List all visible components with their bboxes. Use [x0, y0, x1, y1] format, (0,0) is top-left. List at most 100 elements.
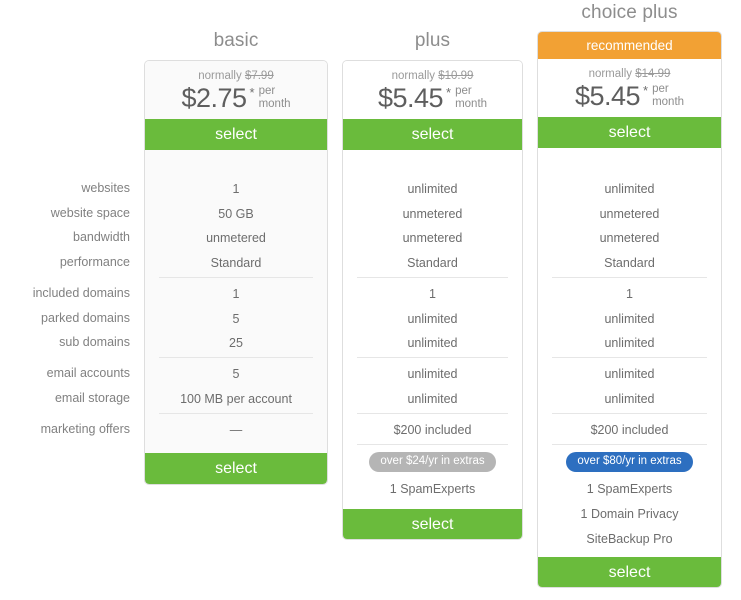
price-asterisk-choice-plus: * — [643, 83, 649, 98]
feature-value-basic-marketing-offers: — — [229, 423, 243, 437]
recommended-ribbon: recommended — [538, 32, 721, 59]
plan-title-basic: basic — [213, 30, 259, 51]
feature-value-choice-plus-website-space: unmetered — [599, 207, 660, 221]
feature-divider-3 — [357, 413, 508, 414]
select-button-basic-bottom[interactable]: select — [145, 453, 327, 484]
price-box-basic: normally $7.99 $2.75 * per month — [145, 61, 327, 119]
feature-label-performance: performance — [59, 255, 130, 269]
price-line-basic: $2.75 * per month — [145, 84, 327, 112]
feature-value-plus-sub-domains: unlimited — [407, 336, 458, 350]
normally-prefix: normally — [391, 70, 436, 82]
feature-value-choice-plus-performance: Standard — [604, 256, 655, 270]
extras-pill-row-plus: over $24/yr in extras — [343, 452, 522, 472]
feature-value-basic-bandwidth: unmetered — [206, 231, 266, 245]
price-asterisk-plus: * — [446, 85, 452, 100]
feature-divider-2 — [552, 357, 707, 358]
feature-divider-2 — [159, 357, 313, 358]
feature-label-sub-domains: sub domains — [59, 335, 130, 349]
normally-price-basic: normally $7.99 — [145, 69, 327, 83]
feature-label-website-space: website space — [50, 206, 130, 220]
select-button-choice-plus-top[interactable]: select — [538, 117, 721, 148]
feature-value-basic-parked-domains: 5 — [232, 312, 240, 326]
feature-value-basic-performance: Standard — [210, 256, 262, 270]
feature-label-email-accounts: email accounts — [46, 366, 130, 380]
feature-value-plus-included-domains: 1 — [429, 287, 436, 301]
price-period-line2: month — [455, 97, 488, 110]
price-amount-choice-plus: $5.45 — [574, 81, 641, 111]
feature-value-basic-included-domains: 1 — [232, 287, 240, 301]
feature-label-email-storage: email storage — [54, 391, 130, 405]
normally-amount: $14.99 — [635, 68, 671, 80]
select-button-plus-top[interactable]: select — [343, 119, 522, 150]
feature-value-basic-email-accounts: 5 — [232, 367, 240, 381]
feature-divider-2 — [357, 357, 508, 358]
select-button-basic-top[interactable]: select — [145, 119, 327, 150]
plan-card-plus: normally $10.99 $5.45 * per month select… — [342, 60, 523, 540]
price-line-choice-plus: $5.45 * per month — [538, 82, 721, 110]
normally-prefix: normally — [588, 68, 633, 80]
plan-card-basic: normally $7.99 $2.75 * per month select … — [144, 60, 328, 485]
extras-item-choice-plus-2: SiteBackup Pro — [586, 532, 673, 546]
feature-divider-1 — [159, 277, 313, 278]
plan-card-choice-plus: recommended normally $14.99 $5.45 * per … — [537, 31, 722, 588]
feature-value-plus-marketing-offers: $200 included — [393, 423, 472, 437]
feature-label-parked-domains: parked domains — [41, 311, 130, 325]
normally-prefix: normally — [198, 70, 242, 82]
feature-value-choice-plus-sub-domains: unlimited — [604, 336, 655, 350]
feature-value-choice-plus-bandwidth: unmetered — [599, 231, 660, 245]
feature-value-basic-email-storage: 100 MB per account — [180, 392, 292, 406]
feature-divider-3 — [159, 413, 313, 414]
feature-value-choice-plus-parked-domains: unlimited — [604, 312, 655, 326]
extras-pill-plus: over $24/yr in extras — [369, 452, 496, 472]
feature-value-plus-parked-domains: unlimited — [407, 312, 458, 326]
feature-value-choice-plus-email-storage: unlimited — [604, 392, 655, 406]
feature-value-choice-plus-email-accounts: unlimited — [604, 367, 655, 381]
extras-pill-choice-plus: over $80/yr in extras — [566, 452, 693, 472]
plan-title-choice-plus: choice plus — [581, 2, 678, 23]
feature-label-websites: websites — [81, 181, 130, 195]
extras-item-plus-0: 1 SpamExperts — [389, 482, 476, 496]
price-period-choice-plus: per month — [652, 83, 684, 108]
feature-divider-3 — [552, 413, 707, 414]
price-period-basic: per month — [259, 85, 291, 110]
feature-value-plus-bandwidth: unmetered — [402, 231, 463, 245]
feature-divider-1 — [552, 277, 707, 278]
price-period-plus: per month — [455, 85, 487, 110]
feature-value-basic-websites: 1 — [232, 182, 240, 196]
extras-item-choice-plus-1: 1 Domain Privacy — [580, 507, 679, 521]
feature-value-choice-plus-included-domains: 1 — [626, 287, 633, 301]
feature-value-choice-plus-websites: unlimited — [604, 182, 655, 196]
feature-value-basic-sub-domains: 25 — [229, 336, 243, 350]
price-box-plus: normally $10.99 $5.45 * per month — [343, 61, 522, 119]
feature-value-plus-email-storage: unlimited — [407, 392, 458, 406]
normally-price-plus: normally $10.99 — [343, 69, 522, 83]
feature-divider-4 — [552, 444, 707, 445]
feature-label-included-domains: included domains — [32, 286, 130, 300]
price-period-line1: per — [455, 85, 472, 97]
price-period-line2: month — [652, 95, 685, 108]
feature-value-basic-website-space: 50 GB — [218, 207, 254, 221]
normally-amount: $7.99 — [244, 70, 274, 82]
normally-amount: $10.99 — [438, 70, 474, 82]
price-amount-plus: $5.45 — [377, 83, 444, 113]
normally-price-choice-plus: normally $14.99 — [538, 67, 721, 81]
select-button-choice-plus-bottom[interactable]: select — [538, 557, 721, 587]
feature-label-bandwidth: bandwidth — [73, 230, 130, 244]
feature-value-plus-email-accounts: unlimited — [407, 367, 458, 381]
price-box-choice-plus: normally $14.99 $5.45 * per month — [538, 59, 721, 117]
feature-label-marketing-offers: marketing offers — [40, 422, 130, 436]
select-button-plus-bottom[interactable]: select — [343, 509, 522, 539]
extras-pill-row-choice-plus: over $80/yr in extras — [538, 452, 721, 472]
price-line-plus: $5.45 * per month — [343, 84, 522, 112]
price-period-line1: per — [652, 83, 669, 95]
feature-divider-4 — [357, 444, 508, 445]
price-period-line1: per — [258, 85, 276, 97]
feature-divider-1 — [357, 277, 508, 278]
plan-title-plus: plus — [414, 30, 451, 51]
extras-item-choice-plus-0: 1 SpamExperts — [586, 482, 673, 496]
price-asterisk-basic: * — [249, 85, 255, 100]
feature-value-plus-websites: unlimited — [407, 182, 458, 196]
feature-value-plus-website-space: unmetered — [402, 207, 463, 221]
pricing-table: websites website space bandwidth perform… — [0, 0, 741, 600]
feature-value-choice-plus-marketing-offers: $200 included — [590, 423, 669, 437]
